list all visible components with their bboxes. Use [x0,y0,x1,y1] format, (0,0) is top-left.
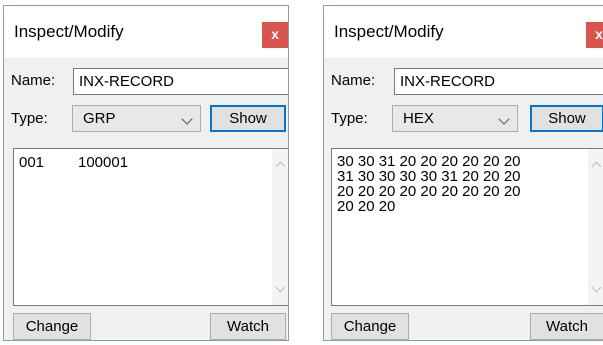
name-field[interactable]: INX-RECORD [394,68,603,95]
scroll-down-icon[interactable] [275,282,286,293]
watch-button[interactable]: Watch [210,313,286,340]
list-item-value: 100001 [78,154,129,171]
show-button[interactable]: Show [530,105,603,132]
inspect-modify-window-grp: Inspect/Modify x Name: INX-RECORD Type: … [3,5,289,341]
window-title: Inspect/Modify [14,22,124,41]
name-field[interactable]: INX-RECORD [73,68,288,95]
type-select[interactable]: GRP [72,105,201,132]
hex-line: 20 20 20 20 20 20 20 20 20 [337,183,521,200]
scroll-up-icon[interactable] [275,161,286,172]
hex-line: 30 30 31 20 20 20 20 20 20 [337,153,521,170]
window-title: Inspect/Modify [334,22,444,41]
vertical-scrollbar[interactable] [588,149,603,305]
change-button[interactable]: Change [13,313,91,340]
close-button[interactable]: x [262,22,288,48]
hex-view[interactable]: 30 30 31 20 20 20 20 20 20 31 30 30 30 3… [331,148,603,306]
scroll-up-icon[interactable] [591,161,602,172]
type-select[interactable]: HEX [392,105,518,132]
type-select-value: HEX [403,110,434,127]
show-button[interactable]: Show [210,105,286,132]
name-label: Name: [331,72,376,89]
title-bar: Inspect/Modify x [324,6,603,58]
inspect-modify-window-hex: Inspect/Modify x Name: INX-RECORD Type: … [323,5,603,341]
vertical-scrollbar[interactable] [272,149,288,305]
change-button[interactable]: Change [331,313,409,340]
value-list[interactable]: 001 100001 [13,148,288,306]
chevron-down-icon [181,113,193,125]
hex-line: 20 20 20 [337,198,396,215]
name-label: Name: [11,72,56,89]
close-button[interactable]: x [586,22,603,48]
scroll-down-icon[interactable] [591,282,602,293]
type-select-value: GRP [83,110,116,127]
list-item-index: 001 [19,154,45,171]
watch-button[interactable]: Watch [530,313,603,340]
title-bar: Inspect/Modify x [4,6,288,58]
chevron-down-icon [498,113,510,125]
type-label: Type: [331,110,368,127]
type-label: Type: [11,110,48,127]
hex-line: 31 30 30 30 30 31 20 20 20 [337,168,521,185]
